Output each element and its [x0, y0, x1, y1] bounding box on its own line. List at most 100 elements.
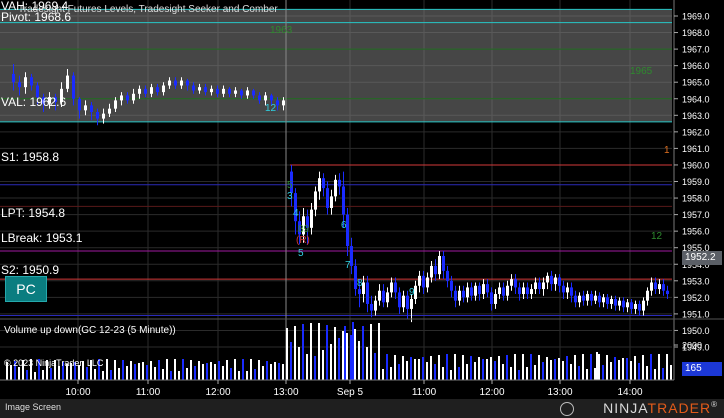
brand-wordmark: NINJATRADER®: [603, 400, 718, 416]
candle-body: [210, 88, 213, 93]
candle-body: [618, 300, 621, 306]
volume-bar: [214, 364, 216, 380]
price-axis-label: 1953.0: [682, 276, 710, 286]
candle-body: [522, 287, 525, 295]
volume-bar: [406, 361, 408, 380]
volume-bar: [338, 338, 340, 380]
time-axis-label: 13:00: [273, 387, 298, 398]
candle-body: [462, 290, 465, 298]
price-axis-label: 1969.0: [682, 12, 710, 22]
volume-bar: [514, 354, 516, 380]
volume-bar: [458, 367, 460, 380]
candle-body: [430, 265, 433, 278]
lower-annotation: 6: [341, 220, 347, 231]
candle-body: [78, 98, 81, 111]
volume-bar: [378, 323, 380, 380]
volume-bar: [126, 366, 128, 380]
price-axis-label: 1964.0: [682, 94, 710, 104]
lower-annotation: 5: [287, 180, 293, 191]
volume-bar: [170, 371, 172, 380]
volume-bar: [534, 365, 536, 380]
time-axis-label: 12:00: [479, 387, 504, 398]
candle-body: [614, 299, 617, 306]
price-axis-label: 1952.0: [682, 293, 710, 303]
candle-body: [90, 105, 93, 112]
candle-body: [314, 191, 317, 210]
candle-body: [606, 297, 609, 304]
lower-annotation: 5: [298, 248, 304, 259]
candle-body: [542, 282, 545, 290]
volume-bar: [50, 368, 52, 380]
volume-bar: [114, 360, 116, 380]
price-axis-bg: [674, 0, 724, 380]
volume-bar: [138, 363, 140, 380]
candle-body: [382, 290, 385, 303]
price-chart[interactable]: 1963121965153489 6(R)5789121969.01968.019…: [0, 0, 724, 418]
volume-bar: [506, 355, 508, 380]
volume-bar: [278, 363, 280, 380]
candle-body: [446, 270, 449, 281]
candle-body: [326, 188, 329, 208]
candle-body: [66, 75, 69, 89]
last-volume-marker: 165: [682, 362, 722, 376]
volume-bar: [266, 361, 268, 380]
volume-bar: [330, 344, 332, 380]
volume-bar: [470, 356, 472, 380]
candle-body: [322, 178, 325, 189]
volume-bar: [250, 359, 252, 380]
volume-bar: [554, 359, 556, 380]
candle-body: [426, 277, 429, 288]
time-axis-label: 11:00: [412, 387, 437, 398]
volume-bar: [18, 367, 20, 380]
pc-button[interactable]: PC: [5, 276, 47, 302]
volume-bar: [234, 359, 236, 380]
candle-body: [162, 85, 165, 93]
candle-body: [108, 108, 111, 114]
volume-bar: [166, 359, 168, 380]
candle-body: [72, 75, 75, 99]
volume-bar: [270, 364, 272, 380]
candle-body: [534, 282, 537, 290]
candle-body: [562, 285, 565, 293]
lbreak-label: LBreak: 1953.1: [1, 231, 83, 245]
price-axis-label: 1951.0: [682, 309, 710, 319]
ninjatrader-logo-icon: [560, 402, 574, 416]
volume-bar: [86, 367, 88, 380]
time-axis-label: Sep 5: [337, 387, 364, 398]
volume-bar: [526, 367, 528, 380]
volume-bar: [438, 355, 440, 380]
volume-bar: [354, 329, 356, 380]
candle-body: [96, 111, 99, 119]
volume-bar: [350, 335, 352, 380]
volume-bar: [274, 362, 276, 380]
candle-body: [390, 282, 393, 293]
volume-bar: [174, 359, 176, 380]
candle-body: [442, 255, 445, 271]
volume-bar: [230, 368, 232, 380]
volume-bar: [178, 371, 180, 380]
candle-body: [204, 87, 207, 93]
volume-bar: [94, 369, 96, 380]
candle-body: [168, 80, 171, 86]
volume-bar: [122, 360, 124, 380]
volume-bar: [462, 355, 464, 380]
volume-bar: [450, 370, 452, 380]
volume-bar: [302, 324, 304, 380]
candle-body: [402, 295, 405, 308]
volume-bar: [26, 370, 28, 380]
price-axis-label: 1962.0: [682, 127, 710, 137]
candle-body: [370, 303, 373, 311]
candle-body: [654, 282, 657, 290]
volume-bar: [598, 354, 600, 380]
volume-bar: [110, 370, 112, 380]
candle-body: [422, 275, 425, 288]
volume-bar: [650, 354, 652, 380]
candle-body: [578, 295, 581, 303]
lower-annotation: 1: [664, 145, 670, 156]
volume-bar: [418, 359, 420, 380]
candle-body: [138, 88, 141, 94]
volume-bar: [366, 347, 368, 380]
volume-bar: [190, 360, 192, 380]
volume-bar: [146, 365, 148, 380]
time-axis-label: 13:00: [547, 387, 572, 398]
